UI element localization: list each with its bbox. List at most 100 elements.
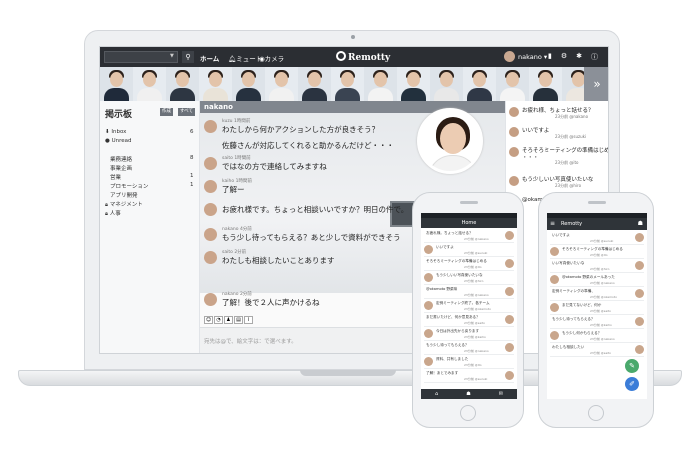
list-item[interactable]: もう少し何かもらえる？ 23分前 @nakano	[550, 329, 644, 343]
activity-text: もう少しいい写真使いたいな	[522, 177, 594, 183]
avatar[interactable]	[204, 293, 217, 306]
attach-icon[interactable]: ⌇	[244, 316, 253, 324]
member-photo[interactable]	[364, 67, 397, 101]
chevron-right-icon[interactable]: »	[584, 67, 608, 101]
member-photo[interactable]	[133, 67, 166, 101]
gear-icon[interactable]: ⚙	[561, 52, 567, 62]
edit-button[interactable]: ✐	[625, 377, 639, 391]
avatar	[505, 343, 514, 352]
home-icon[interactable]: ⌂	[435, 389, 438, 399]
avatar[interactable]	[504, 51, 515, 62]
list-item[interactable]: 定例ミーティング終了。各チーム 23分前 @okamoto	[424, 299, 514, 313]
list-item[interactable]: まだ書いたけど、何か意見ある？ 23分前 @saito	[424, 313, 514, 327]
create-button[interactable]: 作成	[160, 108, 173, 116]
avatar[interactable]	[204, 120, 217, 133]
sidebar-item-inbox[interactable]: ⬇ Inbox	[105, 129, 126, 135]
list-item-text: もう少し待ってもらえる？	[426, 343, 469, 347]
sidebar-item-jigyo[interactable]: 事業企画	[110, 164, 132, 172]
camera-toggle[interactable]: ◉カメラ	[259, 53, 284, 63]
phone-tab-bar: ⌂ ☗ ✉	[421, 389, 517, 399]
list-item[interactable]: そろそろミーティングの準備はじめる 23分前 @ito	[550, 245, 644, 259]
member-photo[interactable]	[496, 67, 529, 101]
list-item[interactable]: @okamoto 野菜のメールあった 23分前 @nakano	[550, 273, 644, 287]
compose-button[interactable]: ✎	[625, 359, 639, 373]
phone-home-button[interactable]	[588, 405, 604, 421]
avatar	[424, 301, 433, 310]
list-item[interactable]: いいですよ 23分前 @suzuki	[424, 243, 514, 257]
all-button[interactable]: すべて	[178, 108, 196, 116]
member-face	[506, 72, 519, 87]
file-icon[interactable]: ▤	[234, 316, 243, 324]
sidebar-item-gyomu[interactable]: 業務連絡	[110, 155, 132, 163]
member-photo[interactable]	[529, 67, 562, 101]
member-photo[interactable]	[199, 67, 232, 101]
list-item[interactable]: 資料、共有しました 23分前 @ito	[424, 355, 514, 369]
activity-time: 23分前 @suzuki	[555, 134, 587, 139]
sidebar-item-count: 1	[190, 182, 194, 188]
list-item[interactable]: もう少しいい写真使いたいな 23分前 @hiro	[424, 271, 514, 285]
sidebar-item-label: 営業	[110, 175, 122, 181]
sidebar-item-eigyo[interactable]: 営業	[110, 173, 121, 181]
member-photo[interactable]	[166, 67, 199, 101]
list-item-time: 23分前 @saito	[464, 321, 486, 325]
book-icon[interactable]: ▮	[548, 52, 552, 62]
chat-icon[interactable]: ✉	[499, 389, 503, 399]
mute-toggle[interactable]: 🔔︎ミュート	[228, 53, 262, 63]
member-photo[interactable]	[232, 67, 265, 101]
list-item[interactable]: 了解！あとでみます 23分前 @suzuki	[424, 369, 514, 383]
list-item[interactable]: @okamoto 野菜味 23分前 @nakano	[424, 285, 514, 299]
member-photo[interactable]	[463, 67, 496, 101]
workspace-select[interactable]	[104, 51, 178, 63]
avatar[interactable]	[204, 203, 217, 216]
info-icon[interactable]: ⓘ	[591, 52, 598, 62]
list-item-time: 23分前 @ito	[464, 265, 482, 269]
sidebar-item-hr[interactable]: 🔒︎ 人事	[105, 209, 121, 218]
avatar[interactable]	[204, 251, 217, 264]
user-icon[interactable]: ♟	[224, 316, 233, 324]
sidebar-item-label: Unread	[111, 138, 132, 144]
avatar[interactable]	[204, 228, 217, 241]
list-item[interactable]: 定例ミーティングの準備、 23分前 @okamoto	[550, 287, 644, 301]
list-item[interactable]: 今日は外出先から戻ります 23分前 @kaiho	[424, 327, 514, 341]
sidebar-item-promotion[interactable]: プロモーション	[110, 182, 148, 190]
avatar[interactable]	[204, 180, 217, 193]
people-icon[interactable]: ☗	[638, 220, 643, 227]
list-item[interactable]: いい写真使いたいな 23分前 @hiro	[550, 259, 644, 273]
home-link[interactable]: ホーム	[200, 53, 219, 63]
top-nav-bar: ▼ ⚲ ホーム 🔔︎ミュート ◉カメラ Remotty nakano ▾ ▮ ⚙…	[100, 47, 608, 67]
list-item[interactable]: まだ見てないけど、何か 23分前 @saito	[550, 301, 644, 315]
sidebar-item-app-dev[interactable]: アプリ開発	[110, 191, 138, 199]
smile-icon[interactable]: ◔	[214, 316, 223, 324]
member-photo[interactable]	[331, 67, 364, 101]
sidebar-item-unread[interactable]: ● Unread	[105, 138, 131, 144]
settings-icon[interactable]: ✱	[576, 52, 582, 62]
list-item[interactable]: そろそろミーティングの準備はじめる 23分前 @ito	[424, 257, 514, 271]
list-item[interactable]: いいですよ 23分前 @suzuki	[550, 231, 644, 245]
list-item[interactable]: もう少し待ってもらえる？ 23分前 @kaiho	[550, 315, 644, 329]
avatar	[550, 275, 559, 284]
phone-home-button[interactable]	[460, 405, 476, 421]
member-body	[467, 88, 492, 101]
member-photo[interactable]	[298, 67, 331, 101]
list-item-text: まだ書いたけど、何か意見ある？	[426, 315, 480, 319]
list-item-time: 23分前 @ito	[464, 363, 482, 367]
menu-icon[interactable]: ≡	[550, 220, 555, 227]
member-photo[interactable]	[397, 67, 430, 101]
laptop-notch	[300, 370, 396, 376]
list-item[interactable]: お疲れ様。ちょっと話せる？ 23分前 @nakano	[424, 229, 514, 243]
avatar[interactable]	[204, 157, 217, 170]
emoji-icon[interactable]: ☺	[204, 316, 213, 324]
list-item[interactable]: もう少し待ってもらえる？ 23分前 @nakano	[424, 341, 514, 355]
list-item-time: 23分前 @ito	[590, 253, 608, 257]
search-icon[interactable]: ⚲	[182, 51, 194, 63]
list-item-text: そろそろミーティングの準備はじめる	[562, 247, 623, 251]
sidebar-item-management[interactable]: 🔒︎ マネジメント	[105, 200, 143, 209]
list-item[interactable]: わたしも相談したい 23分前 @saito	[550, 343, 644, 357]
member-photo[interactable]	[265, 67, 298, 101]
member-face	[374, 72, 387, 87]
list-item-text: いいですよ	[436, 245, 454, 249]
member-photo[interactable]	[100, 67, 133, 101]
member-photo[interactable]	[430, 67, 463, 101]
user-menu[interactable]: nakano ▾	[518, 53, 547, 61]
people-icon[interactable]: ☗	[466, 389, 470, 399]
